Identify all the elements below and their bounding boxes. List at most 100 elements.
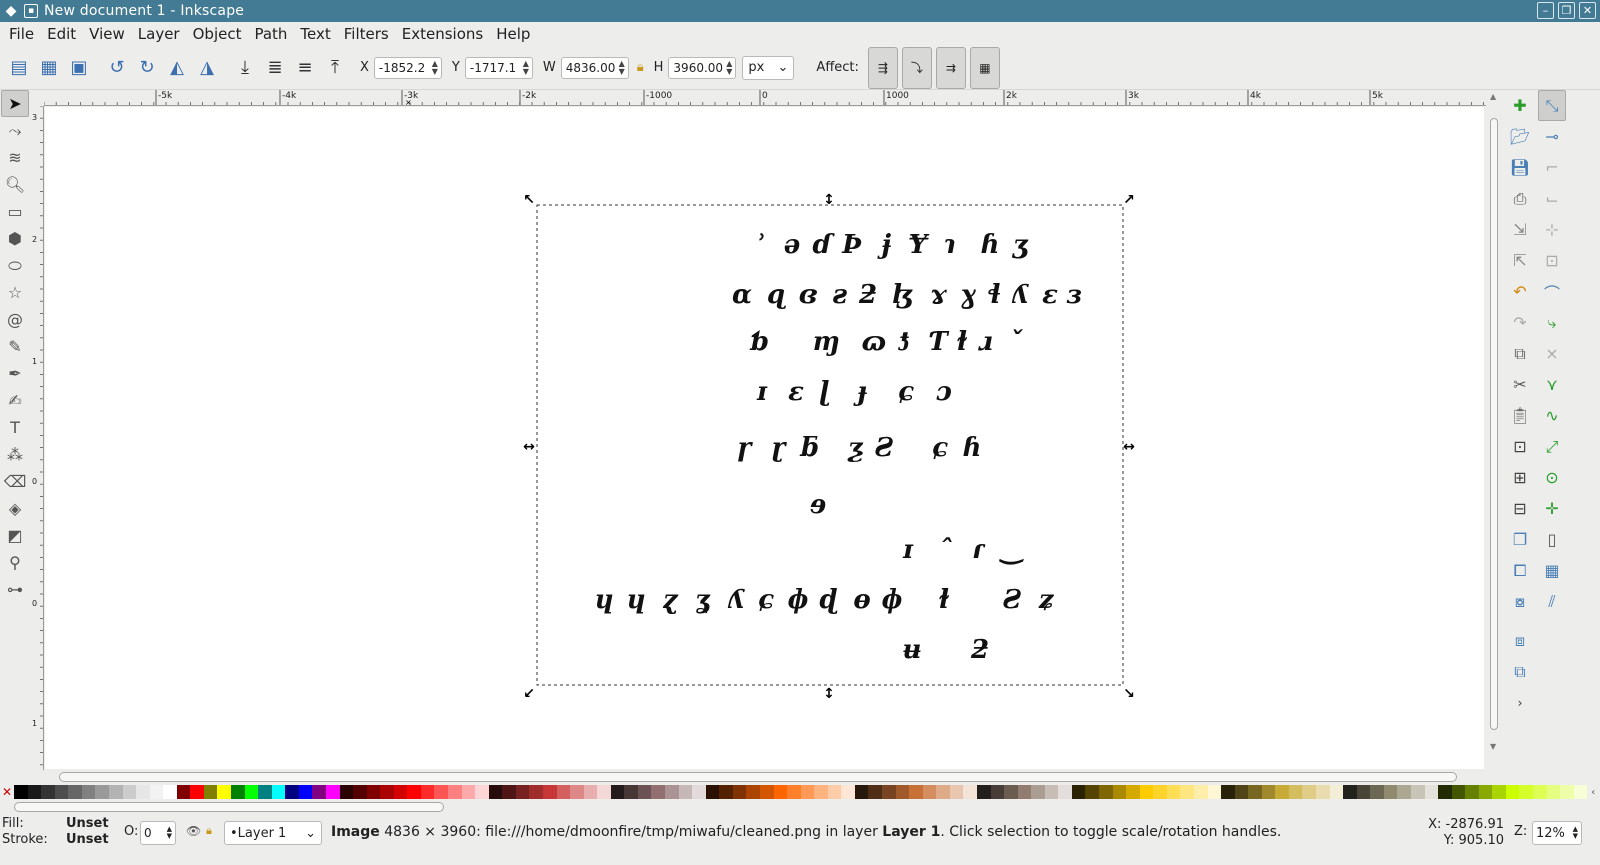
scroll-up-icon[interactable]: ▲ [1490, 92, 1496, 101]
color-swatch[interactable] [1451, 785, 1466, 799]
zoom-drawing-icon[interactable]: ⊞ [1506, 462, 1534, 493]
spray-tool-icon[interactable]: ⁂ [1, 441, 29, 468]
menu-filters[interactable]: Filters [339, 25, 397, 43]
select-all-layers-icon[interactable]: ▦ [34, 53, 64, 83]
snap-bbox-midpoint-icon[interactable]: ⊹ [1538, 214, 1566, 245]
unit-select[interactable]: px ⌄ [742, 55, 795, 80]
horizontal-scroll-thumb[interactable] [59, 772, 1457, 782]
star-tool-icon[interactable]: ☆ [1, 279, 29, 306]
color-swatch[interactable] [1234, 785, 1249, 799]
color-swatch[interactable] [665, 785, 679, 799]
palette-scrollbar[interactable] [0, 800, 1600, 814]
copy-icon[interactable]: ⧉ [1506, 338, 1534, 369]
scale-handle[interactable]: ↖ [523, 192, 535, 208]
menu-extensions[interactable]: Extensions [397, 25, 491, 43]
color-swatch[interactable] [339, 785, 354, 799]
color-swatch[interactable] [1492, 785, 1506, 799]
lower-to-bottom-icon[interactable]: ⤓ [230, 53, 260, 83]
scale-handle[interactable]: ↘ [1123, 686, 1135, 702]
snap-toggle-icon[interactable]: ⤡ [1538, 90, 1566, 121]
color-swatch[interactable] [814, 785, 828, 799]
spiral-tool-icon[interactable]: @ [1, 306, 29, 333]
color-swatch[interactable] [1533, 785, 1547, 799]
color-swatch[interactable] [990, 785, 1005, 799]
color-swatch[interactable] [841, 785, 855, 799]
color-swatch[interactable] [854, 785, 869, 799]
snap-object-center-icon[interactable]: ⊙ [1538, 462, 1566, 493]
color-swatch[interactable] [271, 785, 286, 799]
color-swatch[interactable] [542, 785, 557, 799]
color-swatch[interactable] [868, 785, 882, 799]
group-icon[interactable]: ⧈ [1506, 625, 1534, 656]
print-icon[interactable]: ⎙ [1506, 183, 1534, 214]
ellipse-tool-icon[interactable]: ⬭ [1, 252, 29, 279]
color-swatch[interactable] [773, 785, 788, 799]
spin-arrows-icon[interactable]: ▲ ▼ [726, 59, 732, 76]
scale-stroke-button[interactable]: ⇶ [867, 46, 898, 89]
color-swatch[interactable] [922, 785, 937, 799]
menu-file[interactable]: File [4, 25, 42, 43]
color-swatch[interactable] [325, 785, 340, 799]
w-field[interactable]: 4836.00 ▲ ▼ [560, 56, 629, 79]
new-document-icon[interactable]: ✚ [1506, 90, 1534, 121]
color-palette[interactable]: ✕ ‹ [0, 784, 1600, 800]
color-swatch[interactable] [231, 785, 245, 799]
snap-bbox-edge-icon[interactable]: ⌐ [1538, 152, 1566, 183]
snap-grid-icon[interactable]: ▦ [1538, 555, 1566, 586]
clone-icon[interactable]: ⧠ [1506, 555, 1534, 586]
color-swatch[interactable] [1071, 785, 1086, 799]
window-pin-icon[interactable]: ▪ [24, 4, 38, 18]
color-swatch[interactable] [882, 785, 896, 799]
color-swatch[interactable] [420, 785, 435, 799]
color-swatch[interactable] [1207, 785, 1222, 799]
color-swatch[interactable] [1139, 785, 1154, 799]
color-swatch[interactable] [312, 785, 326, 799]
color-swatch[interactable] [1044, 785, 1059, 799]
h-field[interactable]: 3960.00 ▲ ▼ [668, 56, 737, 79]
eraser-tool-icon[interactable]: ⌫ [1, 468, 29, 495]
color-swatch[interactable] [149, 785, 164, 799]
opacity-field[interactable]: 0 ▲ ▼ [140, 821, 176, 845]
3d-box-tool-icon[interactable]: ⬢ [1, 225, 29, 252]
color-swatch[interactable] [515, 785, 530, 799]
color-swatch[interactable] [936, 785, 950, 799]
flip-vertical-icon[interactable]: ◮ [192, 53, 222, 83]
scale-handle[interactable]: ↕ [823, 686, 835, 702]
color-swatch[interactable] [1126, 785, 1140, 799]
zoom-tool-icon[interactable]: 🔍︎ [1, 171, 29, 198]
select-all-icon[interactable]: ▤ [4, 53, 34, 83]
color-swatch[interactable] [1261, 785, 1276, 799]
color-swatch[interactable] [1370, 785, 1384, 799]
color-swatch[interactable] [732, 785, 747, 799]
color-swatch[interactable] [1424, 785, 1439, 799]
color-swatch[interactable] [1153, 785, 1167, 799]
color-swatch[interactable] [1316, 785, 1330, 799]
import-icon[interactable]: ⇲ [1506, 214, 1534, 245]
horizontal-ruler[interactable]: -5k -4k -3k -2k -1000 0 1000 2k 3k 4k 5k × [44, 90, 1486, 106]
open-icon[interactable]: 📂︎ [1506, 121, 1534, 152]
pencil-tool-icon[interactable]: ✎ [1, 333, 29, 360]
color-swatch[interactable] [1546, 785, 1561, 799]
raise-to-top-icon[interactable]: ⤒ [320, 53, 350, 83]
color-swatch[interactable] [556, 785, 571, 799]
color-swatch[interactable] [380, 785, 394, 799]
color-swatch[interactable] [258, 785, 272, 799]
menu-view[interactable]: View [84, 25, 133, 43]
menu-text[interactable]: Text [295, 25, 338, 43]
spin-arrows-icon[interactable]: ▲ ▼ [619, 59, 625, 76]
inkscape-logo-icon[interactable]: ◆ [0, 0, 22, 22]
color-swatch[interactable] [163, 785, 177, 799]
color-swatch[interactable] [1397, 785, 1411, 799]
selector-tool-icon[interactable]: ➤ [1, 90, 29, 117]
color-swatch[interactable] [1193, 785, 1208, 799]
color-swatch[interactable] [583, 785, 598, 799]
palette-scroll-thumb[interactable] [14, 802, 444, 812]
scale-handle[interactable]: ↕ [823, 192, 835, 208]
color-swatch[interactable] [41, 785, 55, 799]
layer-lock-icon[interactable]: 🔒︎ [206, 824, 212, 838]
node-tool-icon[interactable]: ⤳ [1, 117, 29, 144]
color-swatch[interactable] [1288, 785, 1303, 799]
pen-tool-icon[interactable]: ✒ [1, 360, 29, 387]
menu-edit[interactable]: Edit [42, 25, 84, 43]
snap-rotation-center-icon[interactable]: ✛ [1538, 493, 1566, 524]
